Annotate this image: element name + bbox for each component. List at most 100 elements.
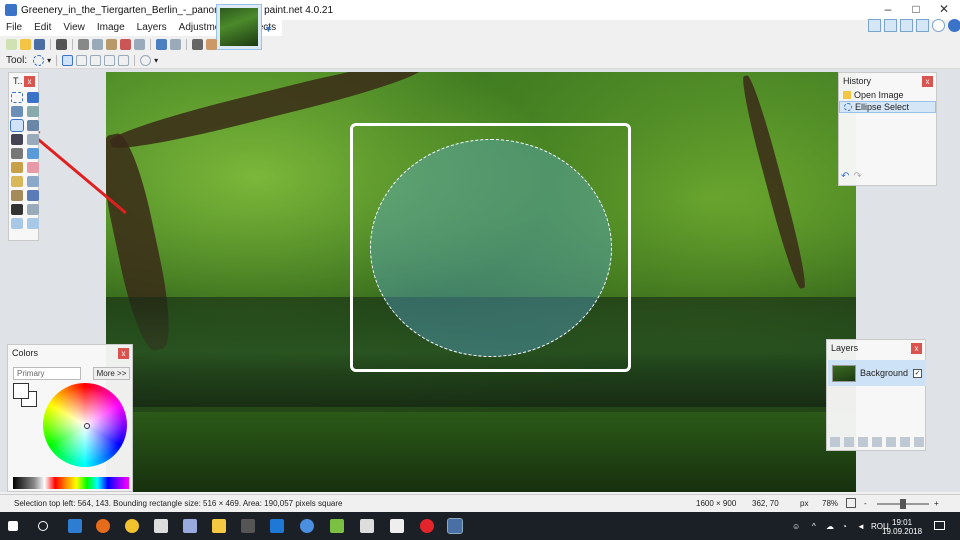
colors-window-toggle-icon[interactable] xyxy=(916,19,929,32)
paste-icon[interactable] xyxy=(106,38,117,50)
ruler-icon[interactable] xyxy=(206,38,217,50)
color-wheel-cursor[interactable] xyxy=(84,423,90,429)
ellipse-select-tool-icon[interactable] xyxy=(10,119,24,132)
tools-panel-close-button[interactable]: x xyxy=(24,76,35,87)
menu-edit[interactable]: Edit xyxy=(28,20,57,36)
history-window-toggle-icon[interactable] xyxy=(884,19,897,32)
history-undo-icon[interactable]: ↶ xyxy=(841,171,849,182)
antialias-dropdown-icon[interactable]: ▾ xyxy=(154,56,158,65)
snipping-tool-icon[interactable] xyxy=(241,519,255,533)
grid-icon[interactable] xyxy=(192,38,203,50)
edge-browser-icon[interactable] xyxy=(68,519,82,533)
menu-view[interactable]: View xyxy=(57,20,91,36)
selection-mode-replace-icon[interactable] xyxy=(62,54,74,66)
primary-color-swatch[interactable] xyxy=(13,383,29,399)
action-center-icon[interactable] xyxy=(934,521,945,530)
magic-wand-tool-icon[interactable] xyxy=(11,134,23,145)
remote-app-icon[interactable] xyxy=(270,519,284,533)
menu-image[interactable]: Image xyxy=(91,20,131,36)
thumbnail-dropdown-icon[interactable]: ▼ xyxy=(264,24,273,34)
maximize-button[interactable]: □ xyxy=(902,0,930,20)
notes-icon[interactable] xyxy=(183,519,197,533)
merge-layer-icon[interactable] xyxy=(872,437,882,447)
volume-icon[interactable]: ◄ xyxy=(857,522,865,531)
primary-secondary-select[interactable]: Primary xyxy=(13,367,81,380)
paintbrush-tool-icon[interactable] xyxy=(11,162,23,173)
duplicate-layer-icon[interactable] xyxy=(858,437,868,447)
move-layer-up-icon[interactable] xyxy=(886,437,896,447)
tool-dropdown-icon[interactable]: ▾ xyxy=(47,56,51,65)
move-layer-down-icon[interactable] xyxy=(900,437,910,447)
notepad-app-icon[interactable] xyxy=(330,519,344,533)
selection-mode-xor-icon[interactable] xyxy=(118,54,130,66)
paintnet-taskbar-icon[interactable] xyxy=(447,518,463,534)
colors-panel-close-button[interactable]: x xyxy=(118,348,129,359)
zoom-tool-icon[interactable] xyxy=(27,120,39,131)
clone-stamp-tool-icon[interactable] xyxy=(11,190,23,201)
history-item[interactable]: Ellipse Select xyxy=(839,101,936,113)
layer-row[interactable]: Background ✓ xyxy=(828,360,926,386)
search-icon[interactable] xyxy=(38,521,48,531)
zoom-out-icon[interactable]: - xyxy=(864,499,867,508)
menu-file[interactable]: File xyxy=(0,20,28,36)
gradient-tool-icon[interactable] xyxy=(27,148,39,159)
network-icon[interactable]: ◔ xyxy=(842,522,847,531)
layers-panel-close-button[interactable]: x xyxy=(911,343,922,354)
menu-layers[interactable]: Layers xyxy=(131,20,173,36)
history-redo-icon[interactable]: ↷ xyxy=(853,171,861,182)
pan-tool-icon[interactable] xyxy=(27,134,39,145)
history-item[interactable]: Open Image xyxy=(839,89,936,101)
rectangle-select-tool-icon[interactable] xyxy=(11,92,23,103)
color-palette[interactable] xyxy=(13,477,129,489)
layers-window-toggle-icon[interactable] xyxy=(900,19,913,32)
opera-icon[interactable] xyxy=(420,519,434,533)
chrome-icon[interactable] xyxy=(125,519,139,533)
redo-icon[interactable] xyxy=(170,38,181,50)
pencil-tool-icon[interactable] xyxy=(11,176,23,187)
settings-gear-icon[interactable] xyxy=(932,19,945,32)
mail-icon[interactable] xyxy=(360,519,374,533)
layer-properties-icon[interactable] xyxy=(914,437,924,447)
store-icon[interactable] xyxy=(154,519,168,533)
more-colors-button[interactable]: More >> xyxy=(93,367,130,380)
zoom-value[interactable]: 78% xyxy=(822,499,838,508)
zoom-to-window-icon[interactable] xyxy=(846,498,856,508)
cut-icon[interactable] xyxy=(78,38,89,50)
show-hidden-icons[interactable]: ^ xyxy=(812,522,816,531)
units-select[interactable]: px xyxy=(800,499,808,508)
undo-icon[interactable] xyxy=(156,38,167,50)
line-curve-tool-icon[interactable] xyxy=(27,204,39,215)
selection-mode-union-icon[interactable] xyxy=(76,54,88,66)
close-button[interactable]: ✕ xyxy=(930,0,958,20)
print-icon[interactable] xyxy=(56,38,67,50)
save-icon[interactable] xyxy=(34,38,45,50)
deselect-icon[interactable] xyxy=(134,38,145,50)
zoom-in-icon[interactable]: + xyxy=(934,499,939,508)
calculator-icon[interactable] xyxy=(390,519,404,533)
tools-window-toggle-icon[interactable] xyxy=(868,19,881,32)
zoom-slider[interactable] xyxy=(877,499,929,509)
windows-start-icon[interactable] xyxy=(8,521,18,531)
antialias-icon[interactable] xyxy=(140,54,152,66)
add-layer-icon[interactable] xyxy=(830,437,840,447)
ellipse-selection[interactable] xyxy=(370,139,612,357)
selection-mode-exclude-icon[interactable] xyxy=(90,54,102,66)
system-clock[interactable]: 19:01 19.09.2018 xyxy=(882,518,922,536)
move-selection-tool-icon[interactable] xyxy=(27,106,39,117)
file-explorer-icon[interactable] xyxy=(212,519,226,533)
copy-icon[interactable] xyxy=(92,38,103,50)
crop-icon[interactable] xyxy=(120,38,131,50)
zoom-slider-thumb[interactable] xyxy=(900,499,906,509)
text-tool-icon[interactable] xyxy=(11,204,23,215)
browser-app-icon[interactable] xyxy=(300,519,314,533)
color-picker-tool-icon[interactable] xyxy=(27,176,39,187)
onedrive-icon[interactable]: ☁ xyxy=(826,522,834,531)
move-selected-tool-icon[interactable] xyxy=(27,92,39,103)
history-panel-close-button[interactable]: x xyxy=(922,76,933,87)
shapes-tool-icon[interactable] xyxy=(11,218,23,229)
shapes-dropdown-icon[interactable] xyxy=(27,218,39,229)
document-thumbnail[interactable] xyxy=(216,4,262,50)
delete-layer-icon[interactable] xyxy=(844,437,854,447)
new-icon[interactable] xyxy=(6,38,17,50)
help-icon[interactable] xyxy=(948,19,960,32)
